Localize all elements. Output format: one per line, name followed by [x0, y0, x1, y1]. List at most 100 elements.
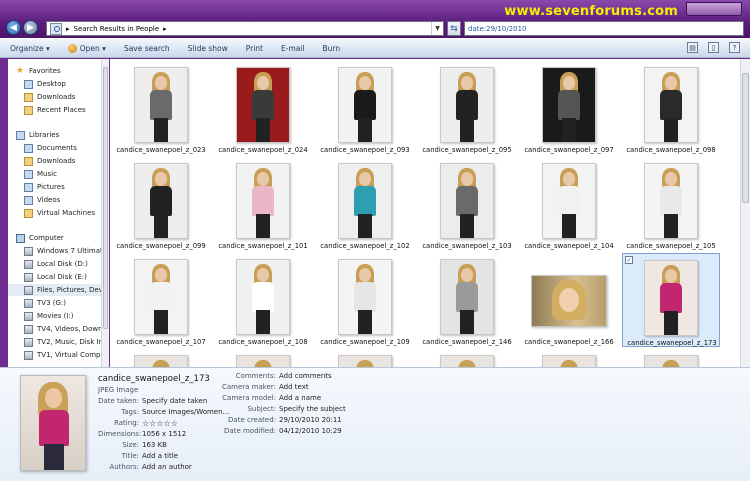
nav-drive[interactable]: Local Disk (E:) [24, 271, 87, 283]
nav-scrollbar[interactable] [101, 59, 109, 367]
file-name-label: candice_swanepoel_z_023 [116, 146, 206, 154]
file-name: candice_swanepoel_z_173 [98, 374, 210, 384]
nav-documents[interactable]: Documents [24, 142, 77, 154]
drive-icon [24, 246, 33, 256]
file-tile[interactable]: candice_swanepoel_z_104 [520, 157, 618, 251]
save-search-button[interactable]: Save search [124, 44, 170, 53]
drive-icon [24, 311, 33, 321]
file-tile[interactable]: candice_swanepoel_z_146 [418, 253, 516, 347]
rating-stars[interactable]: ☆☆☆☆☆ [142, 419, 178, 429]
nav-favorites[interactable]: ★ Favorites [16, 65, 61, 77]
nav-recent-places[interactable]: Recent Places [24, 104, 86, 116]
organize-button[interactable]: Organize ▾ [10, 44, 50, 53]
prop-camera-maker[interactable]: Camera maker: Add text [218, 383, 309, 393]
breadcrumb-trail[interactable]: ▸ [163, 25, 167, 33]
nav-downloads[interactable]: Downloads [24, 91, 75, 103]
file-tile[interactable]: candice_swanepoel_z_024 [214, 61, 312, 155]
forward-arrow-icon: ▶ [27, 22, 34, 33]
burn-button[interactable]: Burn [323, 44, 341, 53]
view-options-icon[interactable]: ▤ [687, 42, 698, 53]
nav-drive[interactable]: Windows 7 Ultimate [24, 245, 107, 257]
file-name-label: candice_swanepoel_z_098 [626, 146, 716, 154]
image-thumbnail [338, 259, 392, 335]
file-tile[interactable]: candice_swanepoel_z_098 [622, 61, 720, 155]
nav-desktop[interactable]: Desktop [24, 78, 66, 90]
breadcrumb-current[interactable]: Search Results in People [74, 25, 160, 33]
nav-label: Favorites [29, 67, 61, 75]
nav-label: Windows 7 Ultimate [37, 247, 108, 255]
content-scrollbar[interactable] [740, 59, 750, 367]
slide-show-button[interactable]: Slide show [188, 44, 228, 53]
file-tile[interactable]: candice_swanepoel_z_023 [112, 61, 210, 155]
image-thumbnail [531, 275, 607, 327]
file-tile[interactable]: candice_swanepoel_z_101 [214, 157, 312, 251]
prop-subject[interactable]: Subject: Specify the subject [218, 405, 345, 415]
select-checkbox[interactable]: ✓ [625, 256, 633, 264]
nav-libraries[interactable]: Libraries [16, 129, 59, 141]
open-app-icon [67, 43, 77, 53]
file-tile[interactable]: candice_swanepoel_z_103 [418, 157, 516, 251]
content-scroll-thumb[interactable] [742, 73, 749, 203]
file-tile[interactable]: candice_swanepoel_z_097 [520, 61, 618, 155]
nav-scroll-thumb[interactable] [103, 67, 108, 329]
file-tile[interactable]: candice_swanepoel_z_109 [316, 253, 414, 347]
nav-drive[interactable]: TV1, Virtual Compu [24, 349, 105, 361]
nav-label: Files, Pictures, Dev ( [37, 286, 108, 294]
file-tile[interactable]: candice_swanepoel_z_099 [112, 157, 210, 251]
file-name-label: candice_swanepoel_z_024 [218, 146, 308, 154]
file-grid: candice_swanepoel_z_023 candice_swanepoel… [110, 59, 740, 367]
prop-size: Size: 163 KB [122, 441, 167, 449]
print-button[interactable]: Print [246, 44, 263, 53]
file-tile[interactable]: candice_swanepoel_z_102 [316, 157, 414, 251]
help-icon[interactable]: ? [729, 42, 740, 53]
prop-rating[interactable]: Rating: ☆☆☆☆☆ [98, 419, 178, 429]
star-icon[interactable]: ☆ [164, 419, 171, 428]
prop-authors[interactable]: Authors: Add an author [98, 463, 191, 473]
forward-button[interactable]: ▶ [23, 20, 38, 35]
window-controls[interactable] [686, 2, 742, 16]
nav-drive[interactable]: Local Disk (D:) [24, 258, 88, 270]
file-tile[interactable]: candice_swanepoel_z_108 [214, 253, 312, 347]
image-thumbnail-partial [338, 355, 392, 367]
file-tile[interactable]: candice_swanepoel_z_105 [622, 157, 720, 251]
address-dropdown-button[interactable]: ▼ [431, 22, 443, 35]
email-button[interactable]: E-mail [281, 44, 305, 53]
star-icon[interactable]: ☆ [171, 419, 178, 428]
prop-comments[interactable]: Comments: Add comments [218, 372, 332, 382]
search-input[interactable]: date:29/10/2010 [464, 21, 744, 36]
prop-camera-model[interactable]: Camera model: Add a name [218, 394, 321, 404]
file-tile[interactable]: candice_swanepoel_z_166 [520, 253, 618, 347]
nav-lib-downloads[interactable]: Downloads [24, 155, 75, 167]
nav-drive[interactable]: TV4, Videos, Downlo [24, 323, 108, 335]
image-thumbnail [644, 163, 698, 239]
breadcrumb[interactable]: ▸ Search Results in People ▸ [66, 25, 167, 33]
nav-drive[interactable]: TV2, Music, Disk Im [24, 336, 105, 348]
downloads-library-icon [24, 156, 33, 166]
nav-computer[interactable]: Computer [16, 232, 64, 244]
nav-label: Movies (I:) [37, 312, 74, 320]
image-thumbnail [338, 163, 392, 239]
nav-pictures[interactable]: Pictures [24, 181, 65, 193]
back-button[interactable]: ◀ [6, 20, 21, 35]
nav-drive[interactable]: Movies (I:) [24, 310, 73, 322]
nav-drive-selected[interactable]: Files, Pictures, Dev ( [8, 284, 108, 296]
open-button[interactable]: Open ▾ [67, 43, 106, 53]
address-bar[interactable]: ▸ Search Results in People ▸ ▼ [46, 21, 444, 36]
nav-label: TV2, Music, Disk Im [37, 338, 106, 346]
nav-label: TV1, Virtual Compu [37, 351, 105, 359]
preview-pane-icon[interactable]: ▯ [708, 42, 719, 53]
file-name-label: candice_swanepoel_z_097 [524, 146, 614, 154]
nav-drive[interactable]: TV3 (G:) [24, 297, 66, 309]
prop-tags[interactable]: Tags: Source Images/Women... [98, 408, 229, 418]
prop-title[interactable]: Title: Add a title [98, 452, 178, 462]
file-tile[interactable]: ✓ candice_swanepoel_z_173 [622, 253, 720, 347]
file-tile[interactable]: candice_swanepoel_z_107 [112, 253, 210, 347]
file-tile[interactable]: candice_swanepoel_z_093 [316, 61, 414, 155]
nav-videos[interactable]: Videos [24, 194, 60, 206]
file-tile[interactable]: candice_swanepoel_z_095 [418, 61, 516, 155]
nav-music[interactable]: Music [24, 168, 57, 180]
nav-virtual-machines[interactable]: Virtual Machines [24, 207, 95, 219]
star-icon[interactable]: ☆ [156, 419, 163, 428]
refresh-button[interactable]: ⇆ [447, 21, 461, 36]
prop-date-taken[interactable]: Date taken: Specify date taken [98, 397, 207, 407]
